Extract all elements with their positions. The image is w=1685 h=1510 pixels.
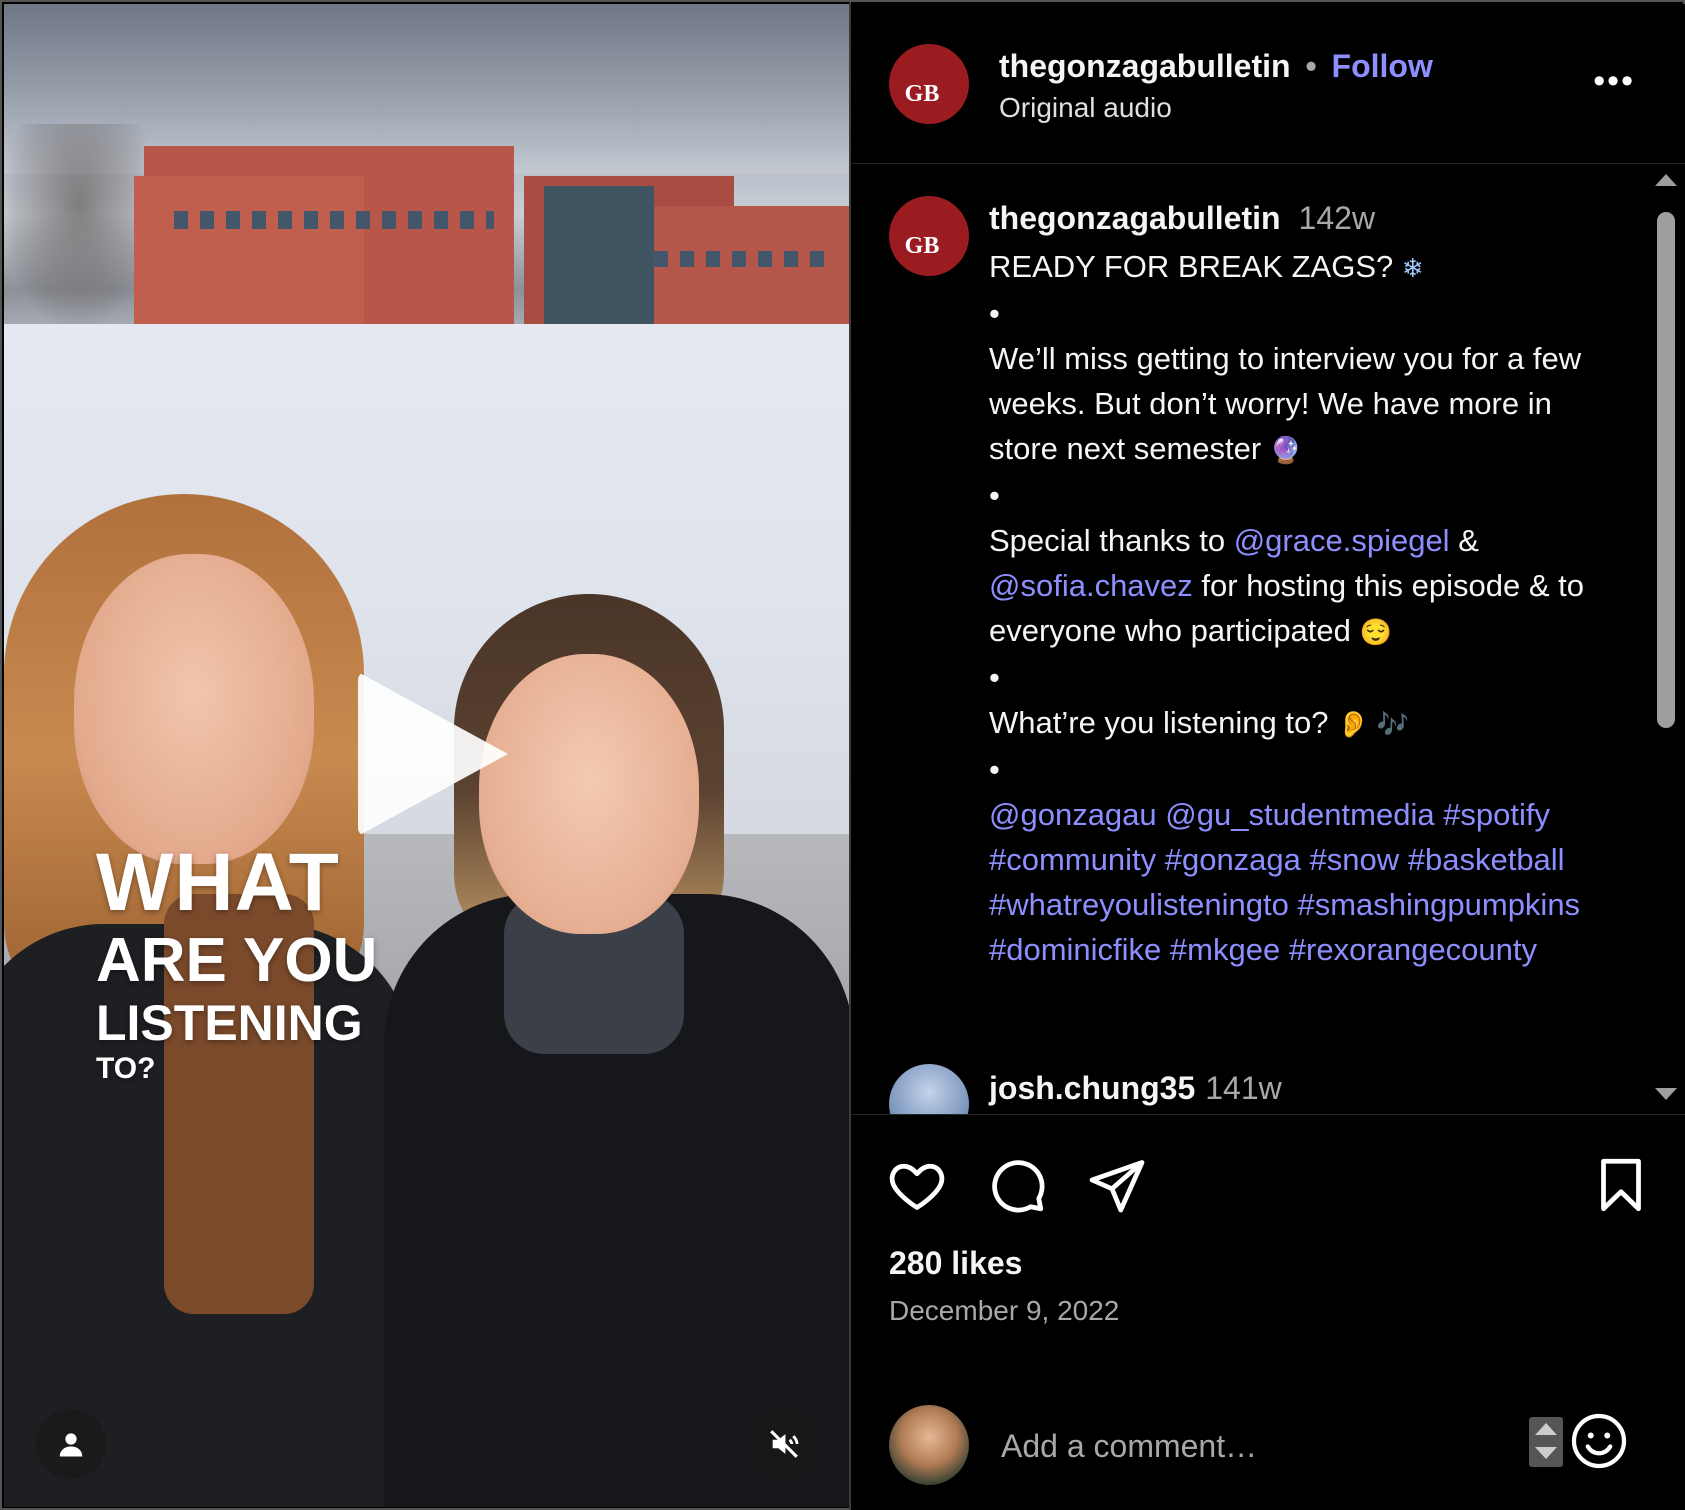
comments-scrollbar[interactable] [1647,166,1685,1114]
music-notes-icon: 🎶 [1369,709,1410,739]
caption-hashtags[interactable]: @gonzagau @gu_studentmedia #spotify #com… [989,797,1589,967]
caption-bullet: • [989,296,1000,331]
stepper-up-icon[interactable] [1535,1423,1557,1435]
video-building [134,136,849,346]
heart-icon[interactable] [887,1155,947,1215]
comment-time[interactable]: 141w [1205,1070,1282,1106]
header-username-line: thegonzagabulletin • Follow [999,48,1433,85]
muted-speaker-icon [770,1430,799,1458]
comment-username[interactable]: josh.chung35 [989,1070,1195,1106]
header-username[interactable]: thegonzagabulletin [999,48,1291,84]
share-paper-plane-icon[interactable] [1087,1155,1147,1215]
post-modal: WHAT ARE YOU LISTENING TO? GB thegonzaga… [0,0,1685,1510]
scroll-down-arrow-icon[interactable] [1655,1088,1677,1100]
mention-sofia-chavez[interactable]: @sofia.chavez [989,568,1193,603]
caption-bullet: • [989,752,1000,787]
input-scroll-stepper[interactable] [1529,1417,1563,1467]
caption-text: READY FOR BREAK ZAGS? ❄ • We’ll miss get… [989,244,1629,972]
ear-icon: 👂 [1337,709,1370,739]
post-date[interactable]: December 9, 2022 [889,1295,1119,1327]
caption-avatar-initials: GB [904,232,940,259]
overlay-line-2: ARE YOU [96,926,378,995]
bookmark-icon[interactable] [1591,1155,1651,1215]
scroll-up-arrow-icon[interactable] [1655,174,1677,186]
mention-grace-spiegel[interactable]: @grace.spiegel [1234,523,1450,558]
overlay-line-1: WHAT [96,837,340,928]
emoji-smiley-icon[interactable] [1569,1411,1629,1471]
avatar[interactable]: GB [889,44,969,124]
crystal-ball-icon: 🔮 [1269,435,1303,465]
caption-bullet: • [989,478,1000,513]
video-player[interactable]: WHAT ARE YOU LISTENING TO? [4,4,849,1507]
caption-line-1: READY FOR BREAK ZAGS? [989,249,1402,284]
likes-count[interactable]: 280 likes [889,1245,1022,1282]
caption-header: thegonzagabulletin 142w [989,200,1375,237]
play-icon[interactable] [358,672,508,836]
caption-avatar[interactable]: GB [889,196,969,276]
comment-item: josh.chung35 141w [851,1064,1651,1114]
overlay-line-3: LISTENING [96,995,363,1051]
current-user-avatar [889,1405,969,1485]
snowflake-icon: ❄ [1401,253,1424,283]
stepper-down-icon[interactable] [1535,1447,1557,1459]
caption-question: What’re you listening to? [989,705,1338,740]
caption-thanks-pre: Special thanks to [989,523,1234,558]
follow-button[interactable]: Follow [1332,48,1433,84]
add-comment-bar [851,1385,1685,1505]
comment-avatar[interactable] [889,1064,969,1114]
comment-header: josh.chung35 141w [989,1070,1282,1107]
video-overlay-title: WHAT ARE YOU LISTENING TO? [96,842,377,1084]
caption-username[interactable]: thegonzagabulletin [989,200,1281,236]
user-tag-button[interactable] [36,1409,106,1479]
post-side-panel: GB thegonzagabulletin • Follow Original … [851,4,1685,1510]
video-tree [4,124,154,324]
scrollbar-thumb[interactable] [1657,212,1675,728]
mute-button[interactable] [749,1409,819,1479]
comment-bubble-icon[interactable] [987,1155,1047,1215]
post-header: GB thegonzagabulletin • Follow Original … [851,4,1685,164]
avatar-initials: GB [904,80,940,107]
comments-scroll-area[interactable]: GB thegonzagabulletin 142w READY FOR BREA… [851,166,1651,1114]
header-separator: • [1305,48,1317,84]
add-comment-input[interactable] [1001,1411,1481,1481]
relieved-face-icon: 😌 [1359,617,1392,647]
caption-bullet: • [989,660,1000,695]
caption-thanks-amp: & [1449,523,1488,558]
overlay-line-4: TO? [96,1052,156,1085]
more-options-icon[interactable]: ••• [1593,64,1635,98]
original-audio-link[interactable]: Original audio [999,92,1172,124]
post-actions-section: 280 likes December 9, 2022 [851,1114,1685,1510]
caption-time[interactable]: 142w [1299,200,1376,236]
user-icon [59,1433,83,1457]
